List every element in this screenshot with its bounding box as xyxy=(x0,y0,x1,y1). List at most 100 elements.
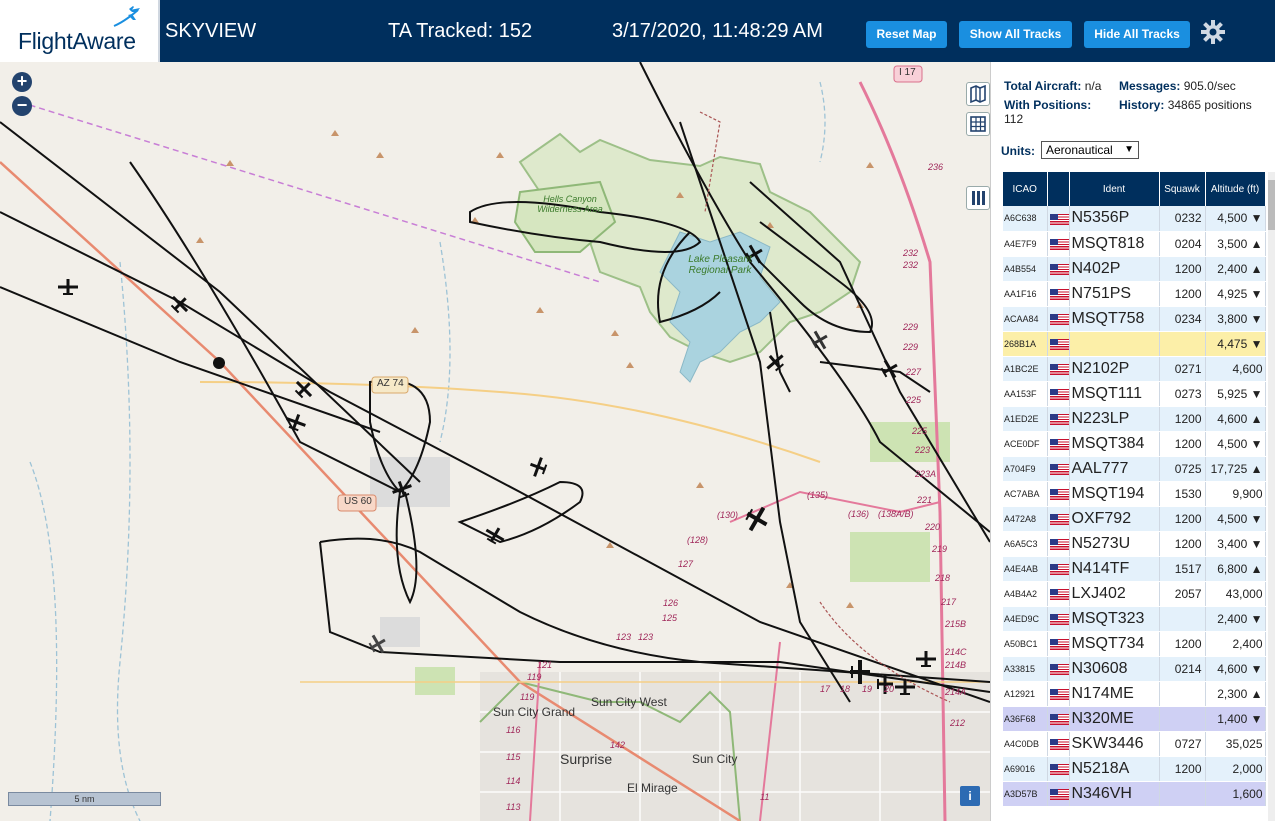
table-row[interactable]: A50BC1 MSQT734 1200 2,400 xyxy=(1003,631,1266,657)
flag-cell xyxy=(1047,681,1070,707)
reset-map-button[interactable]: Reset Map xyxy=(866,21,947,48)
icao-cell: A4E7F9 xyxy=(1003,231,1048,257)
zoom-in-button[interactable]: + xyxy=(12,72,32,92)
gear-icon[interactable] xyxy=(1200,19,1226,45)
flag-cell xyxy=(1047,506,1070,532)
icao-column-header[interactable]: ICAO xyxy=(1003,172,1048,206)
altitude-cell: 4,500 ▼ xyxy=(1205,206,1266,232)
flag-cell xyxy=(1047,381,1070,407)
flag-cell xyxy=(1047,581,1070,607)
squawk-cell: 0214 xyxy=(1159,656,1206,682)
table-row[interactable]: A6C638 N5356P 0232 4,500 ▼ xyxy=(1003,206,1266,232)
flag-cell xyxy=(1047,456,1070,482)
icao-cell: A1BC2E xyxy=(1003,356,1048,382)
map-layers-button[interactable] xyxy=(966,82,990,106)
squawk-cell: 1200 xyxy=(1159,431,1206,457)
table-row[interactable]: A69016 N5218A 1200 2,000 xyxy=(1003,756,1266,782)
squawk-cell xyxy=(1159,681,1206,707)
route-number: 232 xyxy=(903,248,919,258)
grid-toggle-button[interactable] xyxy=(966,112,990,136)
table-row[interactable]: AA1F16 N751PS 1200 4,925 ▼ xyxy=(1003,281,1266,307)
flightaware-logo[interactable]: FlightAware xyxy=(0,0,160,62)
el-mirage-label: El Mirage xyxy=(627,781,678,795)
squawk-cell: 0725 xyxy=(1159,456,1206,482)
hide-all-tracks-button[interactable]: Hide All Tracks xyxy=(1084,21,1190,48)
table-row[interactable]: ACE0DF MSQT384 1200 4,500 ▼ xyxy=(1003,431,1266,457)
zoom-out-button[interactable]: − xyxy=(12,96,32,116)
ident-cell: OXF792 xyxy=(1069,506,1160,532)
info-button[interactable]: i xyxy=(960,786,980,806)
flag-column-header[interactable] xyxy=(1047,172,1070,206)
map-icon xyxy=(970,84,986,104)
route-number: 115 xyxy=(506,752,521,762)
squawk-cell xyxy=(1159,606,1206,632)
table-row[interactable]: A4B554 N402P 1200 2,400 ▲ xyxy=(1003,256,1266,282)
ident-cell: N223LP xyxy=(1069,406,1160,432)
altitude-cell: 9,900 xyxy=(1205,481,1266,507)
altitude-column-header[interactable]: Altitude (ft) xyxy=(1205,172,1266,206)
table-row[interactable]: ACAA84 MSQT758 0234 3,800 ▼ xyxy=(1003,306,1266,332)
altitude-cell: 4,475 ▼ xyxy=(1205,331,1266,357)
us-flag-icon xyxy=(1049,588,1068,600)
table-row[interactable]: A36F68 N320ME 1,400 ▼ xyxy=(1003,706,1266,732)
flag-cell xyxy=(1047,731,1070,757)
table-row[interactable]: A1BC2E N2102P 0271 4,600 xyxy=(1003,356,1266,382)
history-value: 34865 positions xyxy=(1167,98,1252,112)
sun-city-west-label: Sun City West xyxy=(591,695,667,709)
icao-cell: A69016 xyxy=(1003,756,1048,782)
squawk-cell: 1200 xyxy=(1159,406,1206,432)
map-canvas[interactable]: Hells Canyon Wilderness Area Lake Pleasa… xyxy=(0,62,990,821)
squawk-cell: 1200 xyxy=(1159,281,1206,307)
us-flag-icon xyxy=(1049,413,1068,425)
table-row[interactable]: A4C0DB SKW3446 0727 35,025 xyxy=(1003,731,1266,757)
route-number: 232 xyxy=(903,260,919,270)
table-row[interactable]: A704F9 AAL777 0725 17,725 ▲ xyxy=(1003,456,1266,482)
column-toggle-button[interactable] xyxy=(966,186,990,210)
table-row[interactable]: A472A8 OXF792 1200 4,500 ▼ xyxy=(1003,506,1266,532)
squawk-cell xyxy=(1159,781,1206,807)
icao-cell: ACE0DF xyxy=(1003,431,1048,457)
us-flag-icon xyxy=(1049,713,1068,725)
table-row[interactable]: A1ED2E N223LP 1200 4,600 ▲ xyxy=(1003,406,1266,432)
table-row[interactable]: A33815 N30608 0214 4,600 ▼ xyxy=(1003,656,1266,682)
table-row[interactable]: A4E4AB N414TF 1517 6,800 ▲ xyxy=(1003,556,1266,582)
table-row[interactable]: 268B1A 4,475 ▼ xyxy=(1003,331,1266,357)
route-number: 119 xyxy=(527,672,542,682)
ident-cell: N402P xyxy=(1069,256,1160,282)
route-number: (138A/B) xyxy=(878,509,914,519)
table-row[interactable]: A4E7F9 MSQT818 0204 3,500 ▲ xyxy=(1003,231,1266,257)
table-row[interactable]: AC7ABA MSQT194 1530 9,900 xyxy=(1003,481,1266,507)
icao-cell: A36F68 xyxy=(1003,706,1048,732)
us-flag-icon xyxy=(1049,288,1068,300)
us-flag-icon xyxy=(1049,438,1068,450)
city-area xyxy=(480,672,990,821)
show-all-tracks-button[interactable]: Show All Tracks xyxy=(959,21,1072,48)
route-number: 114 xyxy=(506,776,521,786)
us-flag-icon xyxy=(1049,688,1068,700)
plane-logo-icon xyxy=(113,6,140,27)
altitude-cell: 3,500 ▲ xyxy=(1205,231,1266,257)
units-dropdown[interactable]: Aeronautical ▼ xyxy=(1041,141,1139,159)
i17-label: I 17 xyxy=(899,67,916,78)
flag-cell xyxy=(1047,206,1070,232)
us-flag-icon xyxy=(1049,613,1068,625)
squawk-cell: 1200 xyxy=(1159,756,1206,782)
with-positions-value: 112 xyxy=(1004,112,1024,126)
with-positions-stat: With Positions: 112 xyxy=(1004,98,1114,126)
table-row[interactable]: A12921 N174ME 2,300 ▲ xyxy=(1003,681,1266,707)
table-row[interactable]: A4B4A2 LXJ402 2057 43,000 xyxy=(1003,581,1266,607)
icao-cell: A33815 xyxy=(1003,656,1048,682)
scrollbar-thumb[interactable] xyxy=(1268,180,1275,230)
table-row[interactable]: A6A5C3 N5273U 1200 3,400 ▼ xyxy=(1003,531,1266,557)
table-row[interactable]: AA153F MSQT111 0273 5,925 ▼ xyxy=(1003,381,1266,407)
aircraft-table: ICAO Ident Squawk Altitude (ft) A6C638 N5… xyxy=(1003,172,1266,807)
us-flag-icon xyxy=(1049,788,1068,800)
urban-area xyxy=(380,617,420,647)
units-selected-value: Aeronautical xyxy=(1046,143,1113,157)
table-row[interactable]: A3D57B N346VH 1,600 xyxy=(1003,781,1266,807)
flag-cell xyxy=(1047,756,1070,782)
squawk-column-header[interactable]: Squawk xyxy=(1159,172,1206,206)
table-scrollbar[interactable] xyxy=(1268,172,1275,821)
table-row[interactable]: A4ED9C MSQT323 2,400 ▼ xyxy=(1003,606,1266,632)
ident-column-header[interactable]: Ident xyxy=(1069,172,1160,206)
